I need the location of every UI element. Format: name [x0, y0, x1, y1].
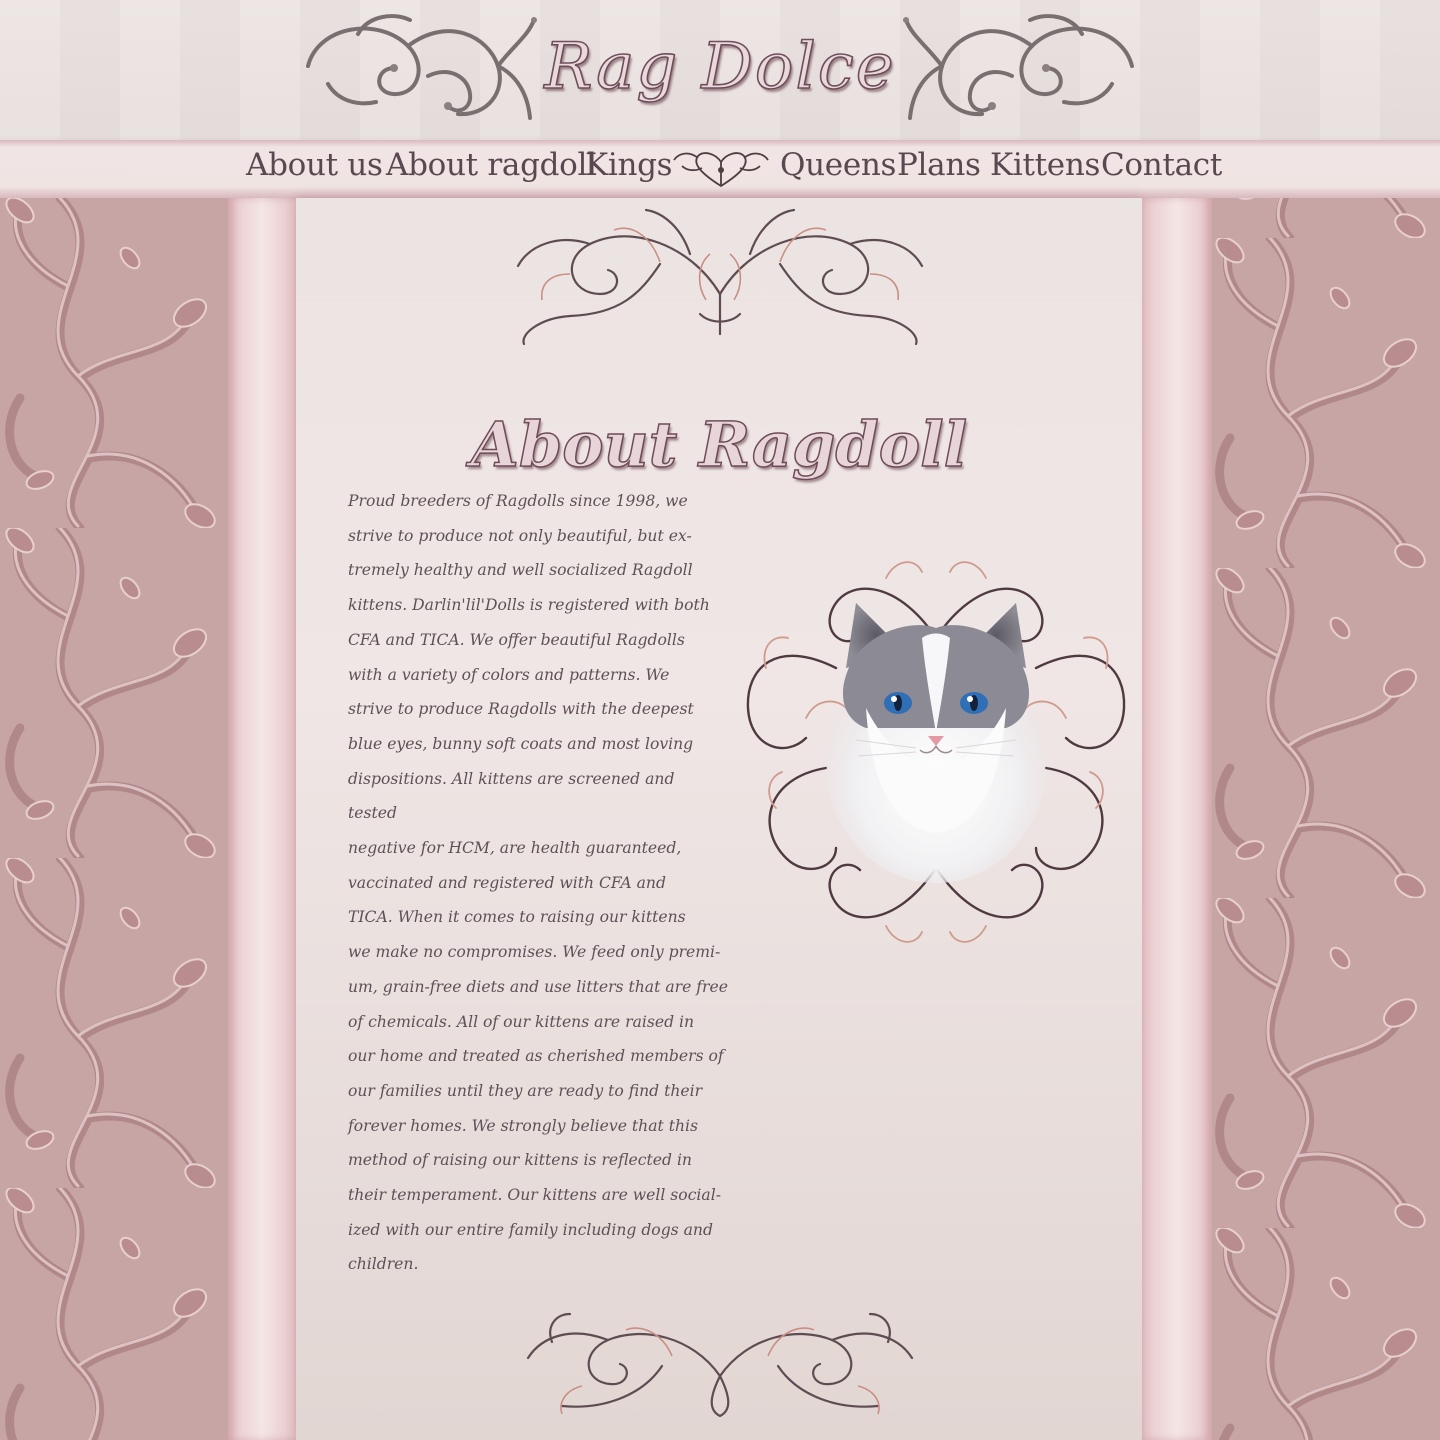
nav-item-queens[interactable]: Queens [780, 142, 896, 192]
nav-item-contact[interactable]: Contact [1101, 142, 1222, 192]
body-line: our families until they are ready to fin… [348, 1081, 703, 1100]
right-flourish-ornament [903, 14, 1134, 120]
body-line: blue eyes, bunny soft coats and most lov… [348, 734, 694, 753]
right-floral-panel [1210, 198, 1440, 1440]
bottom-flourish-ornament [526, 1312, 914, 1418]
body-line: um, grain-free diets and use litters tha… [348, 977, 728, 996]
page: { "header": { "site_title": "Rag Dolce" … [0, 0, 1440, 1440]
body-line: vaccinated and registered with CFA and [348, 873, 666, 892]
right-rail [1142, 198, 1212, 1440]
about-ragdoll-text: Proud breeders of Ragdolls since 1998, w… [348, 484, 728, 1282]
body-line: tremely healthy and well socialized Ragd… [348, 561, 693, 580]
nav-item-plans[interactable]: Plans [897, 142, 981, 192]
body-line: forever homes. We strongly believe that … [348, 1116, 699, 1135]
top-flourish-ornament [516, 208, 924, 346]
site-title[interactable]: Rag Dolce [0, 29, 1440, 105]
left-rail [228, 198, 296, 1440]
body-line: dispositions. All kittens are screened a… [348, 769, 675, 823]
body-line: of chemicals. All of our kittens are rai… [348, 1012, 695, 1031]
body-line: ized with our entire family including do… [348, 1220, 713, 1239]
body-line: method of raising our kittens is reflect… [348, 1151, 692, 1170]
nav-item-kittens[interactable]: Kittens [990, 142, 1100, 192]
ragdoll-cat-image [826, 603, 1046, 883]
cat-portrait-frame [746, 561, 1126, 943]
body-line: negative for HCM, are health guaranteed, [348, 839, 682, 858]
page-title: About Ragdoll [470, 407, 968, 482]
body-line: strive to produce not only beautiful, bu… [348, 526, 692, 545]
body-line: Proud breeders of Ragdolls since 1998, w… [348, 492, 688, 510]
left-floral-panel [0, 198, 230, 1440]
body-line: their temperament. Our kittens are well … [348, 1186, 721, 1205]
body-line: our home and treated as cherished member… [348, 1047, 724, 1066]
site-header: Rag Dolce [0, 0, 1440, 140]
content-panel: About Ragdoll Proud breeders of Ragdolls… [296, 198, 1142, 1440]
nav-item-about-us[interactable]: About us [246, 142, 383, 192]
heart-flourish-icon [673, 152, 769, 188]
body-line: strive to produce Ragdolls with the deep… [348, 700, 694, 719]
nav-item-about-ragdoll[interactable]: About ragdoll [386, 142, 597, 192]
body-line: children. [348, 1255, 419, 1274]
body-line: with a variety of colors and patterns. W… [348, 665, 670, 684]
body-line: CFA and TICA. We offer beautiful Ragdoll… [348, 630, 685, 649]
body-line: kittens. Darlin'lil'Dolls is registered … [348, 596, 710, 615]
body-line: we make no compromises. We feed only pre… [348, 943, 721, 962]
body-line: TICA. When it comes to raising our kitte… [348, 908, 686, 927]
nav-item-kings[interactable]: Kings [585, 142, 673, 192]
